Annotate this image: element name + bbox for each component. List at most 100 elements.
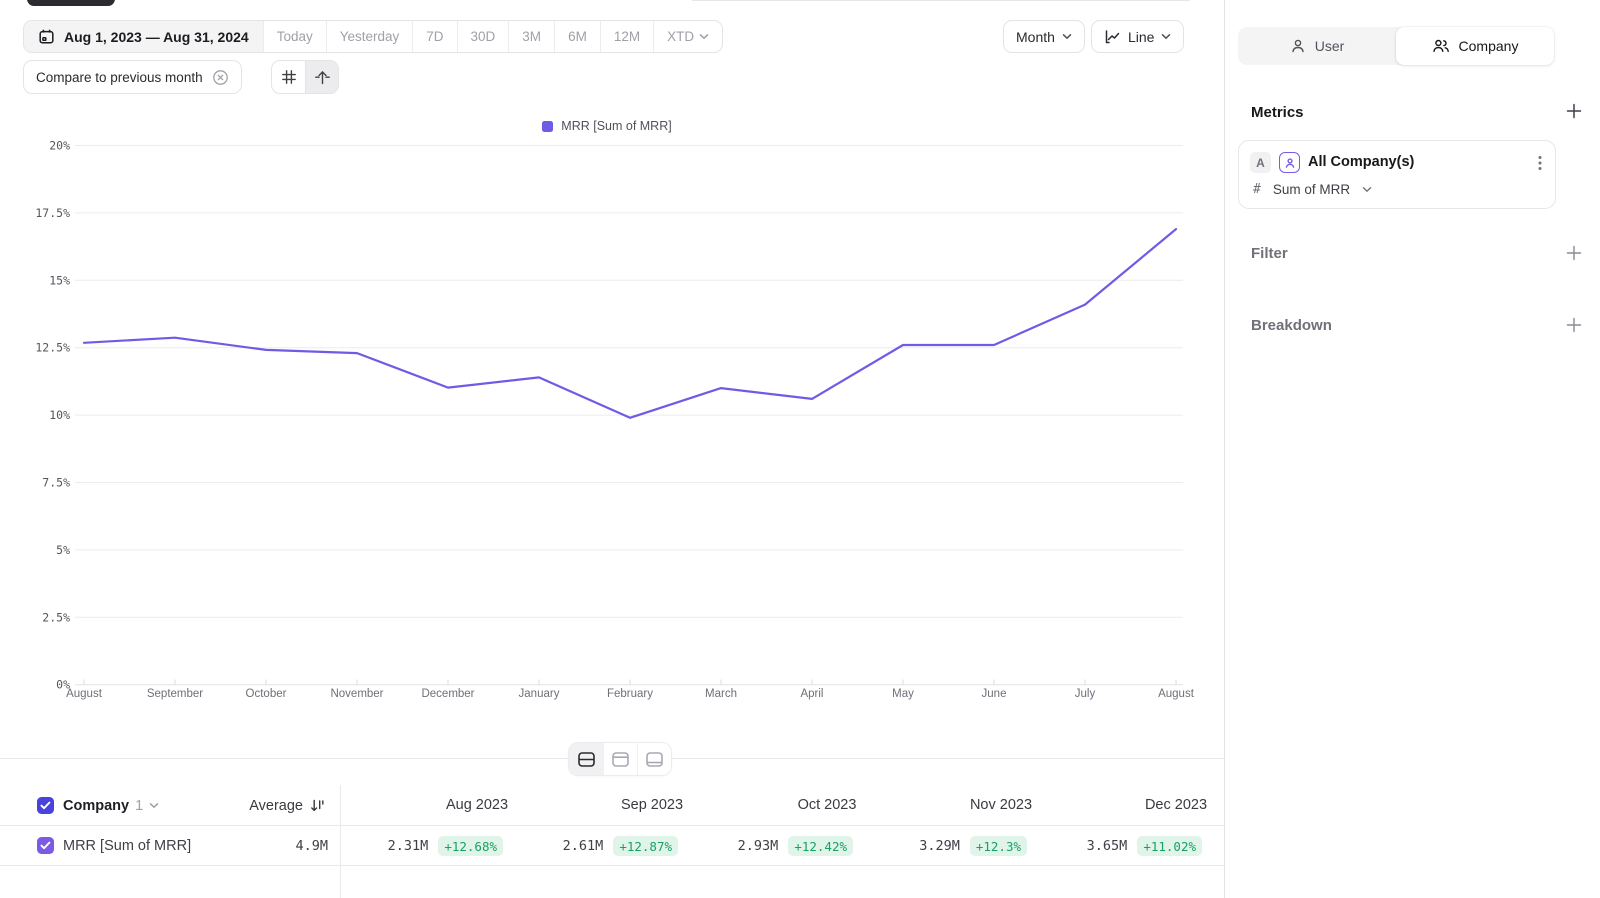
table-cell: 3.65M +11.02% bbox=[1088, 826, 1224, 866]
series-line bbox=[84, 229, 1176, 418]
aggregation-label: Sum of MRR bbox=[1273, 182, 1350, 197]
y-axis-tick-label: 10% bbox=[49, 408, 70, 422]
table-header-row: Company 1 Average Aug 2023 Sep 2023 Oct … bbox=[0, 785, 1224, 826]
x-axis-tick-label: April bbox=[800, 688, 823, 700]
trend-toggle-button[interactable] bbox=[305, 61, 338, 93]
preset-6m[interactable]: 6M bbox=[554, 21, 600, 52]
split-view-icon bbox=[577, 751, 596, 768]
metric-letter-badge: A bbox=[1250, 152, 1271, 173]
layout-split-button[interactable] bbox=[569, 743, 603, 775]
granularity-dropdown[interactable]: Month bbox=[1003, 20, 1085, 53]
add-filter-button[interactable] bbox=[1565, 244, 1583, 262]
toggle-user-label: User bbox=[1315, 38, 1345, 54]
column-header[interactable]: Nov 2023 bbox=[913, 785, 1089, 826]
x-axis-tick-label: February bbox=[607, 688, 653, 700]
x-axis-tick-label: November bbox=[330, 688, 383, 700]
mrr-line-chart: 0%2.5%5%7.5%10%12.5%15%17.5%20%AugustSep… bbox=[0, 0, 1224, 712]
delta-badge: +11.02% bbox=[1137, 836, 1202, 856]
x-axis-tick-label: January bbox=[519, 688, 560, 700]
sort-icon bbox=[310, 798, 325, 813]
date-range-label: Aug 1, 2023 — Aug 31, 2024 bbox=[64, 29, 249, 45]
average-value: 4.9M bbox=[0, 826, 328, 866]
breakdown-section: Breakdown bbox=[1251, 316, 1583, 334]
column-header[interactable]: Oct 2023 bbox=[739, 785, 915, 826]
chevron-down-icon bbox=[1062, 33, 1072, 40]
y-axis-tick-label: 20% bbox=[49, 139, 70, 153]
remove-compare-icon[interactable] bbox=[212, 69, 229, 86]
x-axis-tick-label: August bbox=[1158, 688, 1195, 700]
table-divider bbox=[340, 785, 341, 898]
right-sidebar: User Company Metrics A bbox=[1224, 0, 1600, 898]
preset-30d[interactable]: 30D bbox=[457, 21, 509, 52]
line-chart-icon bbox=[1104, 29, 1121, 45]
cell-value: 3.65M bbox=[1087, 838, 1128, 854]
legend-label: MRR [Sum of MRR] bbox=[561, 119, 671, 133]
metric-menu-button[interactable] bbox=[1534, 153, 1546, 173]
table-bottom-view-icon bbox=[645, 751, 664, 768]
calendar-icon bbox=[38, 28, 55, 45]
table-cell: 2.31M +12.68% bbox=[389, 826, 565, 866]
cell-value: 2.61M bbox=[563, 838, 604, 854]
cell-value: 3.29M bbox=[919, 838, 960, 854]
chart-type-dropdown[interactable]: Line bbox=[1091, 20, 1184, 53]
chart-legend: MRR [Sum of MRR] bbox=[0, 119, 1214, 133]
compare-chip[interactable]: Compare to previous month bbox=[23, 60, 242, 94]
x-axis-tick-label: September bbox=[147, 688, 203, 700]
average-label: Average bbox=[249, 798, 303, 814]
date-range-group: Aug 1, 2023 — Aug 31, 2024 Today Yesterd… bbox=[23, 20, 723, 53]
x-axis-tick-label: March bbox=[705, 688, 737, 700]
table-row[interactable]: MRR [Sum of MRR] 4.9M 2.31M +12.68% 2.61… bbox=[0, 826, 1224, 866]
column-header[interactable]: Sep 2023 bbox=[564, 785, 740, 826]
toggle-user[interactable]: User bbox=[1238, 27, 1396, 65]
date-range-button[interactable]: Aug 1, 2023 — Aug 31, 2024 bbox=[24, 21, 263, 52]
chart-type-label: Line bbox=[1128, 29, 1154, 45]
y-axis-tick-label: 7.5% bbox=[42, 476, 70, 490]
user-icon bbox=[1290, 38, 1306, 54]
column-header[interactable]: Dec 2023 bbox=[1088, 785, 1224, 826]
layout-toggle-group bbox=[568, 742, 672, 776]
delta-badge: +12.68% bbox=[438, 836, 503, 856]
add-breakdown-button[interactable] bbox=[1565, 316, 1583, 334]
filter-section: Filter bbox=[1251, 244, 1583, 262]
x-axis-tick-label: May bbox=[892, 688, 914, 700]
chevron-down-icon bbox=[1161, 33, 1171, 40]
table-cell: 2.93M +12.42% bbox=[739, 826, 915, 866]
average-column-header[interactable]: Average bbox=[0, 785, 325, 826]
toggle-company[interactable]: Company bbox=[1396, 27, 1554, 65]
metric-name: All Company(s) bbox=[1308, 154, 1414, 170]
aggregation-dropdown[interactable]: # Sum of MRR bbox=[1253, 182, 1372, 197]
preset-today[interactable]: Today bbox=[263, 21, 326, 52]
y-axis-tick-label: 2.5% bbox=[42, 610, 70, 624]
y-axis-tick-label: 17.5% bbox=[35, 206, 70, 220]
granularity-label: Month bbox=[1016, 29, 1055, 45]
x-axis-tick-label: December bbox=[421, 688, 474, 700]
chevron-down-icon bbox=[1362, 186, 1372, 193]
table-cell: 3.29M +12.3% bbox=[913, 826, 1089, 866]
metric-card[interactable]: A All Company(s) # Sum of MRR bbox=[1238, 140, 1556, 209]
chart-option-toggle-group bbox=[271, 60, 339, 94]
cell-value: 2.93M bbox=[738, 838, 779, 854]
breakdown-section-title: Breakdown bbox=[1251, 317, 1332, 334]
preset-7d[interactable]: 7D bbox=[412, 21, 456, 52]
preset-12m[interactable]: 12M bbox=[600, 21, 653, 52]
column-header[interactable]: Aug 2023 bbox=[389, 785, 565, 826]
y-axis-tick-label: 5% bbox=[56, 543, 70, 557]
analytics-app: 0%2.5%5%7.5%10%12.5%15%17.5%20%AugustSep… bbox=[0, 0, 1600, 898]
preset-xtd[interactable]: XTD bbox=[653, 21, 722, 52]
filter-section-title: Filter bbox=[1251, 245, 1288, 262]
x-axis-tick-label: October bbox=[246, 688, 287, 700]
add-metric-button[interactable] bbox=[1565, 102, 1583, 120]
grid-toggle-button[interactable] bbox=[272, 61, 305, 93]
arrow-up-from-line-icon bbox=[314, 69, 331, 86]
legend-swatch bbox=[542, 121, 553, 132]
toggle-company-label: Company bbox=[1459, 38, 1519, 54]
entity-toggle: User Company bbox=[1238, 27, 1554, 65]
layout-table-top-button[interactable] bbox=[603, 743, 637, 775]
layout-table-bottom-button[interactable] bbox=[637, 743, 671, 775]
compare-chip-label: Compare to previous month bbox=[36, 70, 203, 85]
table-top-view-icon bbox=[611, 751, 630, 768]
preset-3m[interactable]: 3M bbox=[508, 21, 554, 52]
delta-badge: +12.3% bbox=[970, 836, 1027, 856]
preset-yesterday[interactable]: Yesterday bbox=[326, 21, 413, 52]
hash-icon: # bbox=[1253, 182, 1261, 197]
